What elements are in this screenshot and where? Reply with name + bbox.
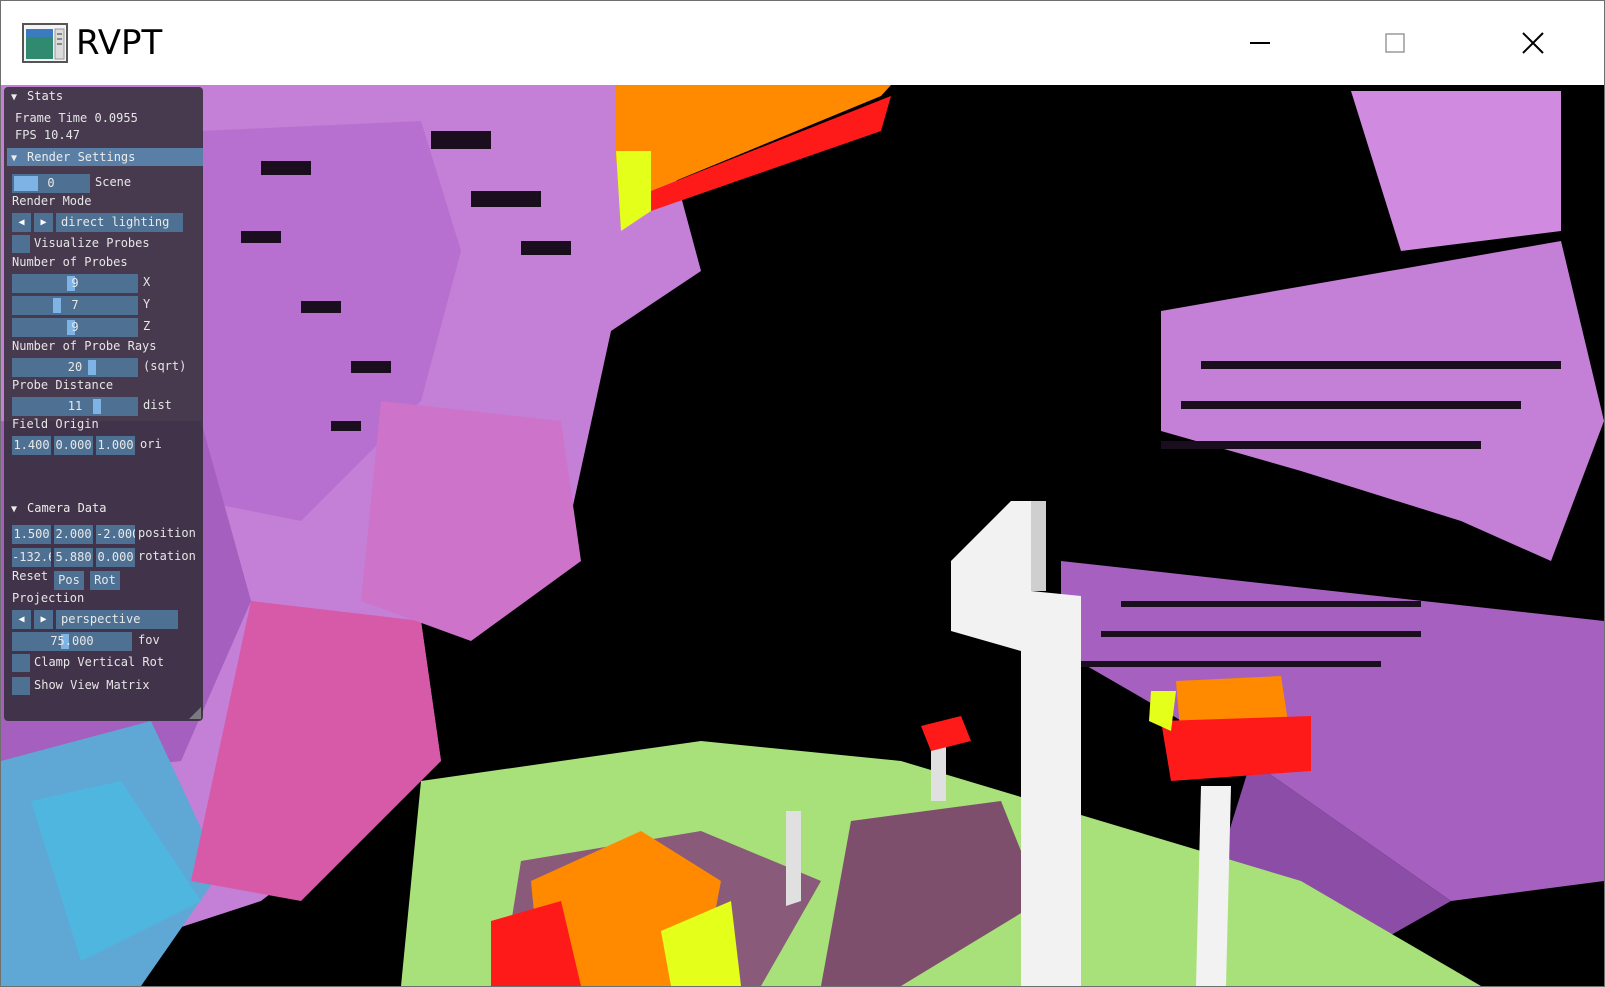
clamp-vertical-rot-label: Clamp Vertical Rot: [34, 655, 165, 669]
slider-grab[interactable]: [88, 360, 96, 375]
probes-z-slider[interactable]: 9: [12, 318, 138, 337]
maximize-button[interactable]: [1330, 1, 1460, 85]
fov-value: 75.000: [50, 634, 94, 648]
probe-distance-label: Probe Distance: [12, 378, 114, 392]
scene-label: Scene: [95, 175, 132, 189]
camera-position-y-input[interactable]: 2.000: [54, 525, 93, 544]
collapse-triangle-icon: ▼: [11, 153, 18, 164]
camera-rotation-z-input[interactable]: 0.000: [96, 548, 135, 567]
render-mode-label: Render Mode: [12, 194, 92, 208]
title-bar[interactable]: RVPT: [1, 1, 1604, 85]
minimize-button[interactable]: [1195, 1, 1325, 85]
camera-position-z-input[interactable]: -2.000: [96, 525, 135, 544]
panel-resize-grip[interactable]: [189, 707, 201, 719]
debug-panel[interactable]: ▼ Stats Frame Time 0.0955 FPS 10.47 ▼ Rend…: [4, 87, 203, 721]
fps-text: FPS 10.47: [15, 128, 81, 142]
camera-rotation-label: rotation: [138, 549, 196, 563]
frame-time-text: Frame Time 0.0955: [15, 111, 138, 125]
show-view-matrix-label: Show View Matrix: [34, 678, 150, 692]
visualize-probes-label: Visualize Probes: [34, 236, 150, 250]
render-settings-header[interactable]: ▼ Render Settings: [7, 148, 203, 166]
camera-data-header[interactable]: ▼ Camera Data: [7, 499, 203, 517]
arrow-right-icon: ▶: [40, 217, 47, 228]
probe-rays-label: Number of Probe Rays: [12, 339, 157, 353]
close-icon: [1522, 32, 1544, 54]
probe-distance-unit: dist: [143, 398, 172, 412]
render-mode-combo[interactable]: direct lighting: [56, 213, 183, 232]
render-mode-prev-button[interactable]: ◀: [12, 213, 31, 232]
probes-y-value: 7: [71, 298, 79, 312]
close-button[interactable]: [1468, 1, 1598, 85]
probes-x-value: 9: [71, 276, 79, 290]
probe-distance-value: 11: [67, 399, 83, 413]
camera-data-header-label: Camera Data: [27, 501, 107, 515]
arrow-left-icon: ◀: [18, 614, 25, 625]
show-view-matrix-checkbox[interactable]: [12, 677, 30, 695]
field-origin-unit: ori: [140, 437, 162, 451]
camera-rotation-x-input[interactable]: -132.6: [12, 548, 51, 567]
scene-value: 0: [47, 176, 55, 190]
app-window-icon: [22, 23, 68, 63]
stats-header[interactable]: ▼ Stats: [7, 87, 203, 105]
stats-header-label: Stats: [27, 89, 64, 103]
maximize-icon: [1385, 33, 1405, 53]
slider-grab[interactable]: [14, 176, 38, 191]
probe-distance-slider[interactable]: 11: [12, 397, 138, 416]
probe-rays-unit: (sqrt): [143, 359, 187, 373]
arrow-left-icon: ◀: [18, 217, 25, 228]
reset-pos-button[interactable]: Pos: [54, 571, 84, 590]
fov-slider[interactable]: 75.000: [12, 632, 132, 651]
window-title: RVPT: [76, 23, 163, 63]
app-window: RVPT ▼ Stats Frame Time 0.0955 FPS 10.47…: [0, 0, 1605, 987]
camera-rotation-y-input[interactable]: 5.880: [54, 548, 93, 567]
probes-z-value: 9: [71, 320, 79, 334]
probe-rays-value: 20: [67, 360, 83, 374]
render-viewport[interactable]: [1, 85, 1604, 986]
fov-label: fov: [138, 633, 160, 647]
slider-grab[interactable]: [93, 399, 101, 414]
clamp-vertical-rot-checkbox[interactable]: [12, 654, 30, 672]
projection-combo[interactable]: perspective: [56, 610, 178, 629]
probes-x-label: X: [143, 275, 151, 289]
field-origin-z-input[interactable]: 1.000: [96, 436, 135, 455]
projection-label: Projection: [12, 591, 85, 605]
visualize-probes-checkbox[interactable]: [12, 235, 30, 253]
num-probes-label: Number of Probes: [12, 255, 128, 269]
field-origin-label: Field Origin: [12, 417, 99, 431]
reset-rot-button[interactable]: Rot: [90, 571, 120, 590]
probe-rays-slider[interactable]: 20: [12, 358, 138, 377]
scene-slider[interactable]: 0: [12, 174, 90, 193]
render-settings-header-label: Render Settings: [27, 150, 136, 164]
probes-x-slider[interactable]: 9: [12, 274, 138, 293]
field-origin-x-input[interactable]: 1.400: [12, 436, 51, 455]
arrow-right-icon: ▶: [40, 614, 47, 625]
projection-next-button[interactable]: ▶: [34, 610, 53, 629]
probes-z-label: Z: [143, 319, 151, 333]
reset-label: Reset: [12, 569, 49, 583]
minimize-icon: [1250, 42, 1270, 44]
probes-y-label: Y: [143, 297, 151, 311]
render-mode-next-button[interactable]: ▶: [34, 213, 53, 232]
probes-y-slider[interactable]: 7: [12, 296, 138, 315]
camera-position-x-input[interactable]: 1.500: [12, 525, 51, 544]
field-origin-y-input[interactable]: 0.000: [54, 436, 93, 455]
projection-prev-button[interactable]: ◀: [12, 610, 31, 629]
slider-grab[interactable]: [53, 298, 61, 313]
collapse-triangle-icon: ▼: [11, 504, 18, 515]
collapse-triangle-icon: ▼: [11, 92, 18, 103]
camera-position-label: position: [138, 526, 196, 540]
